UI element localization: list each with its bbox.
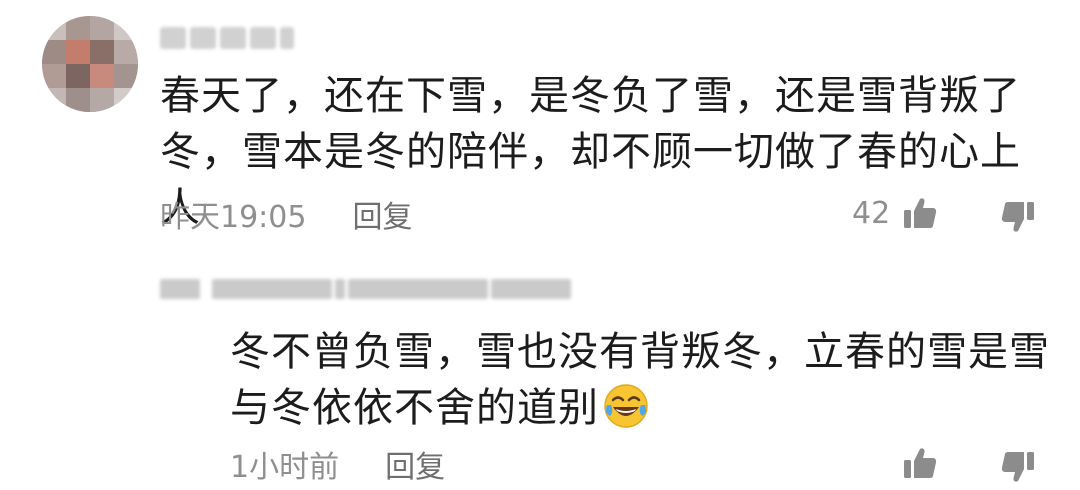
thumbs-down-icon[interactable] bbox=[1000, 198, 1036, 234]
like-count: 42 bbox=[852, 196, 891, 231]
reply-meta: 1小时前 回复 bbox=[230, 442, 445, 486]
reply-button[interactable]: 回复 bbox=[352, 192, 412, 236]
thumbs-up-icon[interactable] bbox=[902, 196, 938, 232]
reply-reply-button[interactable]: 回复 bbox=[385, 442, 445, 486]
avatar[interactable] bbox=[42, 16, 138, 112]
comment-meta: 昨天19:05 回复 bbox=[160, 192, 412, 236]
comment-time: 昨天19:05 bbox=[160, 200, 307, 235]
reply-thumbs-down-icon[interactable] bbox=[1000, 448, 1036, 484]
laughing-crying-emoji-icon bbox=[603, 383, 649, 444]
reply-thumbs-up-icon[interactable] bbox=[902, 446, 938, 482]
reply-username[interactable] bbox=[160, 274, 571, 304]
reply-time: 1小时前 bbox=[230, 450, 340, 485]
comment-username[interactable] bbox=[160, 24, 294, 52]
reply-text: 冬不曾负雪，雪也没有背叛冬，立春的雪是雪与冬依依不舍的道别 bbox=[230, 324, 1050, 444]
